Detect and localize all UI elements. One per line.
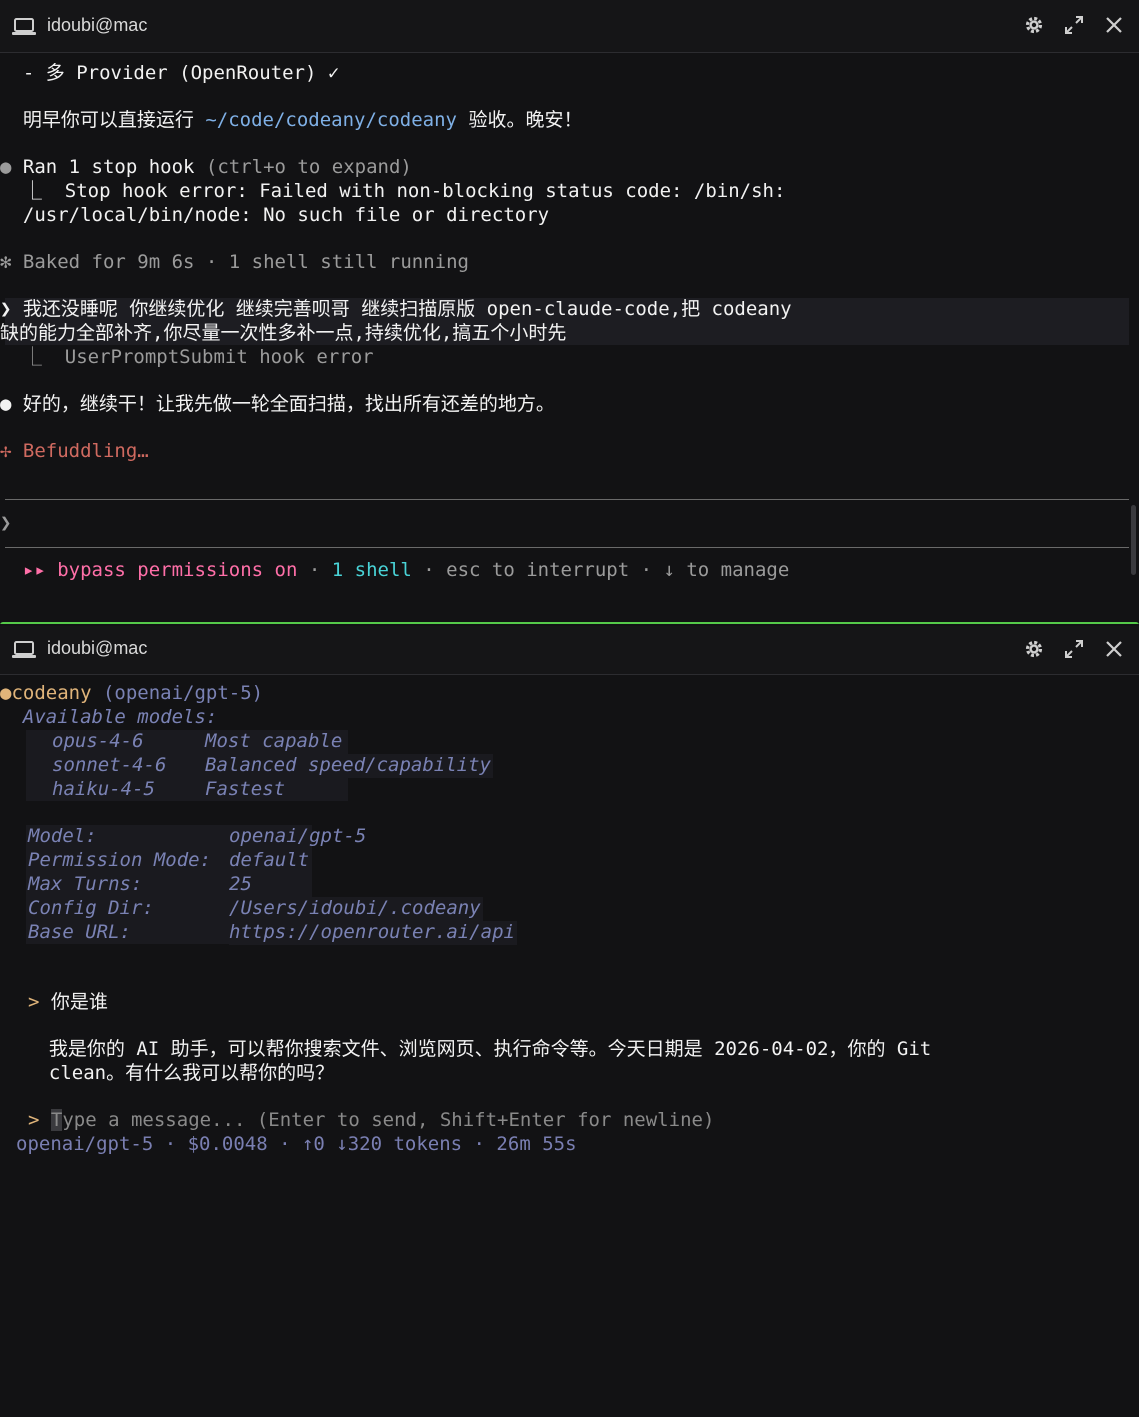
bypass-status: bypass permissions on — [57, 559, 298, 581]
pane-title: idoubi@mac — [47, 638, 148, 658]
assistant-answer-line: 我是你的 AI 助手，可以帮你搜索文件、浏览网页、执行命令等。今天日期是 202… — [26, 1038, 932, 1060]
terminal-output-bottom: ●codeany (openai/gpt-5) Available models… — [0, 682, 1139, 1417]
gear-icon[interactable] — [1023, 638, 1045, 660]
config-key: Config Dir: — [28, 897, 154, 919]
model-name: sonnet-4-6 — [52, 754, 167, 776]
terminal-pane-bottom[interactable]: idoubi@mac ●codeany (openai/gpt-5) Avail… — [0, 624, 1139, 1200]
model-desc: Most capable — [205, 730, 343, 752]
prompt-chevron-icon: > — [28, 991, 40, 1013]
laptop-icon — [12, 18, 36, 35]
terminal-pane-top[interactable]: idoubi@mac - 多 Provider (OpenRouter) ✓ 明… — [0, 0, 1139, 616]
input-prompt-icon[interactable]: ❯ — [0, 512, 11, 536]
user-message: > 你是谁 — [28, 991, 108, 1013]
app-name: codeany — [11, 682, 92, 704]
hook-error-line: /usr/local/bin/node: No such file or dir… — [0, 204, 550, 226]
thinking-status: ✢ Befuddling… — [0, 440, 149, 462]
user-prompt-line: ❯ 我还没睡呢 你继续优化 继续完善呗哥 继续扫描原版 open-claude-… — [0, 298, 792, 320]
hook-line: ● Ran 1 stop hook (ctrl+o to expand) — [0, 156, 412, 178]
input-separator — [5, 547, 1129, 548]
available-models-heading: Available models: — [0, 706, 218, 728]
text-cursor: T — [50, 1109, 63, 1131]
model-name: opus-4-6 — [52, 730, 144, 752]
maximize-icon[interactable] — [1063, 14, 1085, 36]
fast-forward-icon: ▸▸ — [0, 559, 58, 581]
config-key: Permission Mode: — [28, 849, 212, 871]
config-value: https://openrouter.ai/api — [229, 921, 517, 945]
model-desc: Fastest — [205, 778, 286, 800]
shell-count: 1 shell — [331, 559, 412, 581]
config-key: Base URL: — [28, 921, 131, 943]
baked-status: ✻ Baked for 9m 6s · 1 shell still runnin… — [0, 251, 469, 273]
output-line: 明早你可以直接运行 ~/code/codeany/codeany 验收。晚安！ — [0, 109, 583, 131]
model-desc: Balanced speed/capability — [205, 754, 493, 778]
laptop-icon — [12, 641, 36, 658]
path-text: ~/code/codeany/codeany — [205, 109, 457, 131]
close-icon[interactable] — [1103, 638, 1125, 660]
pane-titlebar-top: idoubi@mac — [0, 0, 1139, 53]
user-prompt-line: 缺的能力全部补齐,你尽量一次性多补一点,持续优化,搞五个小时先 — [0, 322, 567, 344]
hook-error-line: ⎿ Stop hook error: Failed with non-block… — [0, 180, 786, 202]
app-header: ●codeany (openai/gpt-5) — [0, 682, 264, 704]
assistant-reply: ● 好的，继续干！让我先做一轮全面扫描，找出所有还差的地方。 — [0, 393, 555, 415]
status-line-bottom: openai/gpt-5 · $0.0048 · ↑0 ↓320 tokens … — [16, 1133, 577, 1155]
prompt-chevron-icon: > — [28, 1109, 40, 1131]
bullet-icon: ● — [0, 156, 12, 178]
bullet-icon: ● — [0, 393, 12, 415]
config-key: Model: — [28, 825, 97, 847]
config-value: 25 — [229, 873, 252, 895]
config-value: /Users/idoubi/.codeany — [229, 897, 483, 921]
pane-title: idoubi@mac — [47, 15, 148, 35]
input-placeholder: ype a message... (Enter to send, Shift+E… — [62, 1109, 715, 1131]
assistant-answer-line: clean。有什么我可以帮你的吗？ — [26, 1062, 335, 1084]
hook-error-line: ⎿ UserPromptSubmit hook error — [0, 346, 374, 368]
maximize-icon[interactable] — [1063, 638, 1085, 660]
close-icon[interactable] — [1103, 14, 1125, 36]
message-input[interactable]: > Type a message... (Enter to send, Shif… — [28, 1109, 714, 1133]
pane-titlebar-bottom: idoubi@mac — [0, 626, 1139, 675]
input-separator — [5, 499, 1129, 500]
config-value: openai/gpt-5 — [229, 825, 367, 847]
output-line: - 多 Provider (OpenRouter) ✓ — [0, 62, 340, 84]
model-name: haiku-4-5 — [52, 778, 155, 800]
terminal-output-top: - 多 Provider (OpenRouter) ✓ 明早你可以直接运行 ~/… — [0, 52, 1139, 462]
scrollbar[interactable] — [1131, 505, 1136, 575]
bullet-icon: ● — [0, 682, 12, 704]
gear-icon[interactable] — [1023, 14, 1045, 36]
config-value: default — [229, 849, 310, 871]
config-key: Max Turns: — [28, 873, 143, 895]
